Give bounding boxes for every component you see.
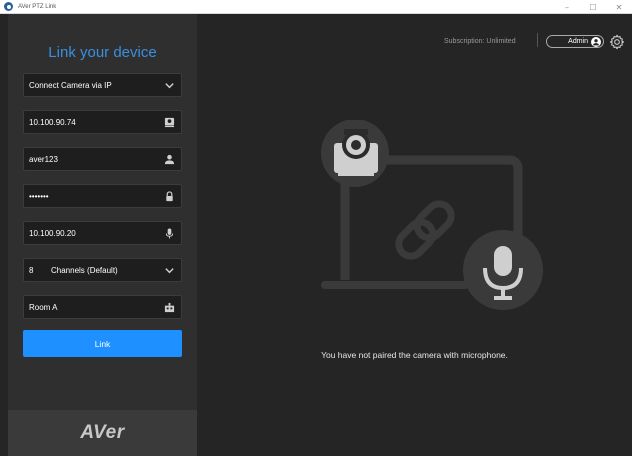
room-icon [161,299,177,315]
app-logo-icon [4,2,13,11]
password-field[interactable]: ••••••• [23,184,182,208]
room-value: Room A [29,302,58,312]
sidebar-footer: AVer [8,410,197,456]
sidebar: Link your device Connect Camera via IP 1… [8,14,197,456]
admin-account-button[interactable]: Admin [546,35,604,48]
username-value: aver123 [29,154,58,164]
connection-mode-value: Connect Camera via IP [29,80,112,90]
chevron-down-icon [161,262,177,278]
minimize-button[interactable]: – [554,0,580,14]
microphone-icon [161,225,177,241]
gear-icon[interactable] [609,34,625,50]
sidebar-heading: Link your device [48,44,157,61]
pairing-status-message: You have not paired the camera with micr… [321,350,508,360]
aver-logo: AVer [80,422,125,443]
lock-icon [161,188,177,204]
channels-number: 8 [29,265,34,275]
maximize-button[interactable]: ☐ [580,0,606,14]
admin-label: Admin [568,38,588,45]
pairing-illustration [321,120,543,310]
subscription-status: Subscription: Unlimited [444,38,516,45]
connection-mode-select[interactable]: Connect Camera via IP [23,73,182,97]
channels-label: Channels (Default) [51,265,118,275]
user-icon [161,151,177,167]
chevron-down-icon [161,77,177,93]
channels-select[interactable]: 8 Channels (Default) [23,258,182,282]
camera-icon [161,114,177,130]
window-title: AVer PTZ Link [18,3,57,10]
header-divider [537,33,538,47]
account-icon [591,36,601,47]
room-field[interactable]: Room A [23,295,182,319]
window-controls: – ☐ ✕ [554,0,632,14]
mic-ip-value: 10.100.90.20 [29,228,76,238]
title-bar: AVer PTZ Link – ☐ ✕ [0,0,632,14]
password-value: ••••••• [29,191,49,201]
link-icon [395,200,455,260]
camera-ip-field[interactable]: 10.100.90.74 [23,110,182,134]
close-button[interactable]: ✕ [606,0,632,14]
link-button[interactable]: Link [23,330,182,357]
app-window: AVer PTZ Link – ☐ ✕ Link your device Con… [0,0,632,456]
camera-ip-value: 10.100.90.74 [29,117,76,127]
username-field[interactable]: aver123 [23,147,182,171]
mic-ip-field[interactable]: 10.100.90.20 [23,221,182,245]
